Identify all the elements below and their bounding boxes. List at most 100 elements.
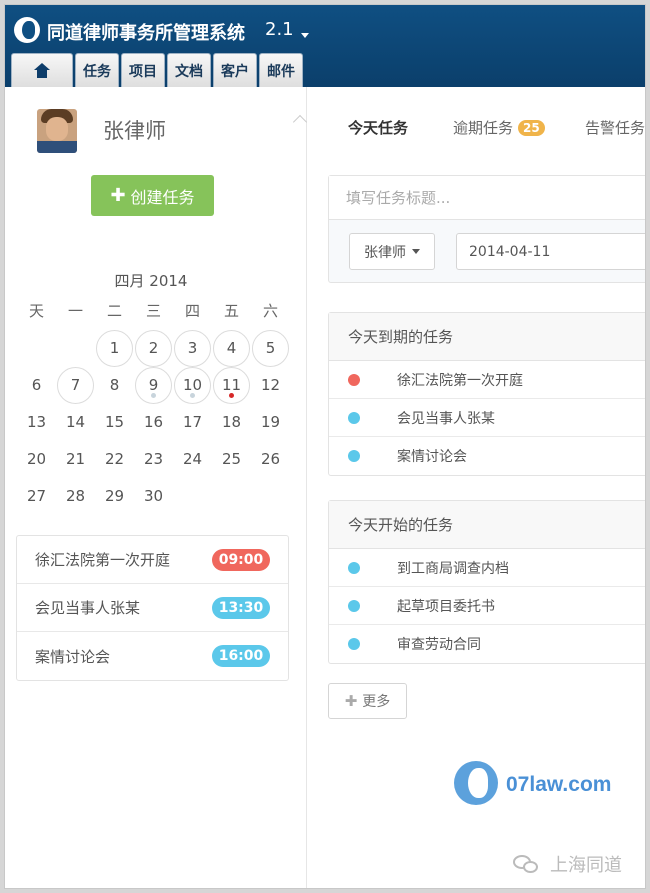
calendar-day[interactable]: 5 bbox=[251, 329, 290, 367]
main-nav: 任务 项目 文档 客户 邮件 bbox=[11, 53, 303, 87]
calendar-day[interactable]: 27 bbox=[17, 477, 56, 514]
calendar-day[interactable]: 7 bbox=[56, 366, 95, 404]
due-today-panel: 今天到期的任务 徐汇法院第一次开庭 会见当事人张某 案情讨论会 bbox=[328, 312, 645, 476]
agenda-item[interactable]: 案情讨论会 16:00 bbox=[17, 632, 288, 680]
plus-icon: ✚ bbox=[110, 185, 126, 206]
task-row[interactable]: 案情讨论会 bbox=[329, 437, 645, 475]
plus-icon: ✚ bbox=[344, 692, 358, 710]
calendar-day[interactable]: 13 bbox=[17, 403, 56, 440]
calendar-day[interactable]: 23 bbox=[134, 440, 173, 477]
task-row[interactable]: 审查劳动合同 bbox=[329, 625, 645, 663]
task-row[interactable]: 起草项目委托书 bbox=[329, 587, 645, 625]
calendar-day[interactable]: 2 bbox=[134, 329, 173, 367]
calendar-day[interactable]: 29 bbox=[95, 477, 134, 514]
event-dot bbox=[229, 393, 234, 398]
calendar-day[interactable]: 24 bbox=[173, 440, 212, 477]
create-task-button[interactable]: ✚ 创建任务 bbox=[91, 175, 214, 216]
watermark-site: 07law.com bbox=[506, 773, 612, 796]
calendar-weekday: 五 bbox=[223, 302, 239, 320]
calendar-day[interactable]: 25 bbox=[212, 440, 251, 477]
nav-tab-documents[interactable]: 文档 bbox=[167, 53, 211, 87]
calendar-day[interactable]: 16 bbox=[134, 403, 173, 440]
sidebar: 张律师 ✚ 创建任务 四月 2014 天一二三四五六 1 2 3 4 5 6 7 8 9 10 11 1… bbox=[5, 87, 308, 888]
avatar[interactable] bbox=[37, 109, 77, 153]
calendar-day[interactable]: 17 bbox=[173, 403, 212, 440]
tab-alert-tasks[interactable]: 告警任务 bbox=[585, 117, 645, 138]
calendar-weekday: 三 bbox=[145, 302, 161, 320]
collapse-icon[interactable] bbox=[292, 114, 308, 130]
tab-overdue-tasks[interactable]: 逾期任务 25 bbox=[453, 117, 545, 138]
calendar-day[interactable]: 19 bbox=[251, 403, 290, 440]
task-row[interactable]: 到工商局调查内档 bbox=[329, 549, 645, 587]
task-row[interactable]: 会见当事人张某 bbox=[329, 399, 645, 437]
user-name: 张律师 bbox=[103, 119, 166, 143]
app-header: 同道律师事务所管理系统 2.1 任务 项目 文档 客户 邮件 bbox=[5, 5, 645, 87]
status-dot-icon bbox=[348, 561, 360, 574]
calendar-title: 四月 2014 bbox=[114, 272, 188, 290]
calendar-day[interactable]: 11 bbox=[212, 366, 251, 404]
calendar-day[interactable]: 8 bbox=[95, 366, 134, 403]
app-version: 2.1 bbox=[265, 19, 294, 40]
main-content: 今天任务 逾期任务 25 告警任务 张律师 今天到期的任务 徐汇法院第一次开庭会… bbox=[308, 87, 645, 888]
calendar-day[interactable]: 21 bbox=[56, 440, 95, 477]
assignee-select[interactable]: 张律师 bbox=[349, 233, 435, 270]
time-badge: 16:00 bbox=[212, 645, 270, 667]
nav-tab-projects[interactable]: 项目 bbox=[121, 53, 165, 87]
calendar-day[interactable]: 14 bbox=[56, 403, 95, 440]
calendar-day[interactable]: 18 bbox=[212, 403, 251, 440]
agenda-item[interactable]: 徐汇法院第一次开庭 09:00 bbox=[17, 536, 288, 584]
tab-today-tasks[interactable]: 今天任务 bbox=[348, 117, 408, 138]
nav-tab-mail[interactable]: 邮件 bbox=[259, 53, 303, 87]
time-badge: 13:30 bbox=[212, 596, 270, 619]
app-title: 同道律师事务所管理系统 bbox=[47, 23, 245, 44]
calendar-grid: 天一二三四五六 1 2 3 4 5 6 7 8 9 10 11 12 13 14 15 16 17 18 19 20 21… bbox=[17, 292, 290, 514]
calendar-day[interactable]: 28 bbox=[56, 477, 95, 514]
calendar-weekday: 二 bbox=[106, 302, 122, 320]
calendar-weekday: 四 bbox=[184, 302, 200, 320]
event-dot bbox=[151, 393, 156, 398]
due-today-title: 今天到期的任务 bbox=[329, 313, 645, 361]
calendar-day[interactable]: 22 bbox=[95, 440, 134, 477]
calendar-day[interactable]: 30 bbox=[134, 477, 173, 514]
calendar-day[interactable]: 6 bbox=[17, 366, 56, 403]
calendar-day[interactable]: 4 bbox=[212, 329, 251, 367]
calendar-day[interactable]: 3 bbox=[173, 329, 212, 367]
calendar-day[interactable]: 26 bbox=[251, 440, 290, 477]
app-logo-icon bbox=[14, 17, 40, 43]
overdue-count-badge: 25 bbox=[518, 119, 545, 136]
agenda-list: 徐汇法院第一次开庭 09:00 会见当事人张某 13:30 案情讨论会 16:00 bbox=[16, 535, 289, 681]
start-today-panel: 今天开始的任务 到工商局调查内档 起草项目委托书 审查劳动合同 bbox=[328, 500, 645, 664]
home-icon bbox=[34, 63, 50, 78]
app-window: 同道律师事务所管理系统 2.1 任务 项目 文档 客户 邮件 张律师 ✚ 创建任… bbox=[4, 4, 646, 889]
nav-tab-home[interactable] bbox=[11, 53, 73, 87]
calendar-weekday: 天 bbox=[28, 302, 44, 320]
date-input[interactable] bbox=[456, 233, 645, 270]
status-dot-icon bbox=[348, 599, 360, 612]
agenda-item[interactable]: 会见当事人张某 13:30 bbox=[17, 584, 288, 632]
status-dot-icon bbox=[348, 411, 360, 424]
caret-down-icon bbox=[412, 249, 420, 254]
calendar-weekday: 六 bbox=[262, 302, 278, 320]
event-dot bbox=[190, 393, 195, 398]
wechat-icon bbox=[513, 855, 541, 875]
calendar-day[interactable]: 12 bbox=[251, 366, 290, 403]
time-badge: 09:00 bbox=[212, 548, 270, 571]
status-dot-icon bbox=[348, 638, 360, 650]
calendar-day[interactable]: 10 bbox=[173, 366, 212, 404]
task-tabs: 今天任务 逾期任务 25 告警任务 bbox=[308, 87, 645, 169]
calendar-day[interactable]: 20 bbox=[17, 440, 56, 477]
calendar-day[interactable]: 15 bbox=[95, 403, 134, 440]
status-dot-icon bbox=[348, 450, 360, 462]
nav-tab-clients[interactable]: 客户 bbox=[213, 53, 257, 87]
caret-down-icon[interactable] bbox=[301, 33, 309, 38]
nav-tab-tasks[interactable]: 任务 bbox=[75, 53, 119, 87]
task-row[interactable]: 徐汇法院第一次开庭 bbox=[329, 361, 645, 399]
start-today-title: 今天开始的任务 bbox=[329, 501, 645, 549]
more-button[interactable]: ✚ 更多 bbox=[328, 683, 407, 719]
task-title-input[interactable] bbox=[329, 176, 645, 220]
calendar-day[interactable]: 1 bbox=[95, 329, 134, 367]
calendar-day[interactable]: 9 bbox=[134, 366, 173, 404]
new-task-form: 张律师 bbox=[328, 175, 645, 283]
watermark-logo-icon bbox=[454, 761, 498, 805]
wechat-account-name: 上海同道 bbox=[550, 855, 622, 876]
